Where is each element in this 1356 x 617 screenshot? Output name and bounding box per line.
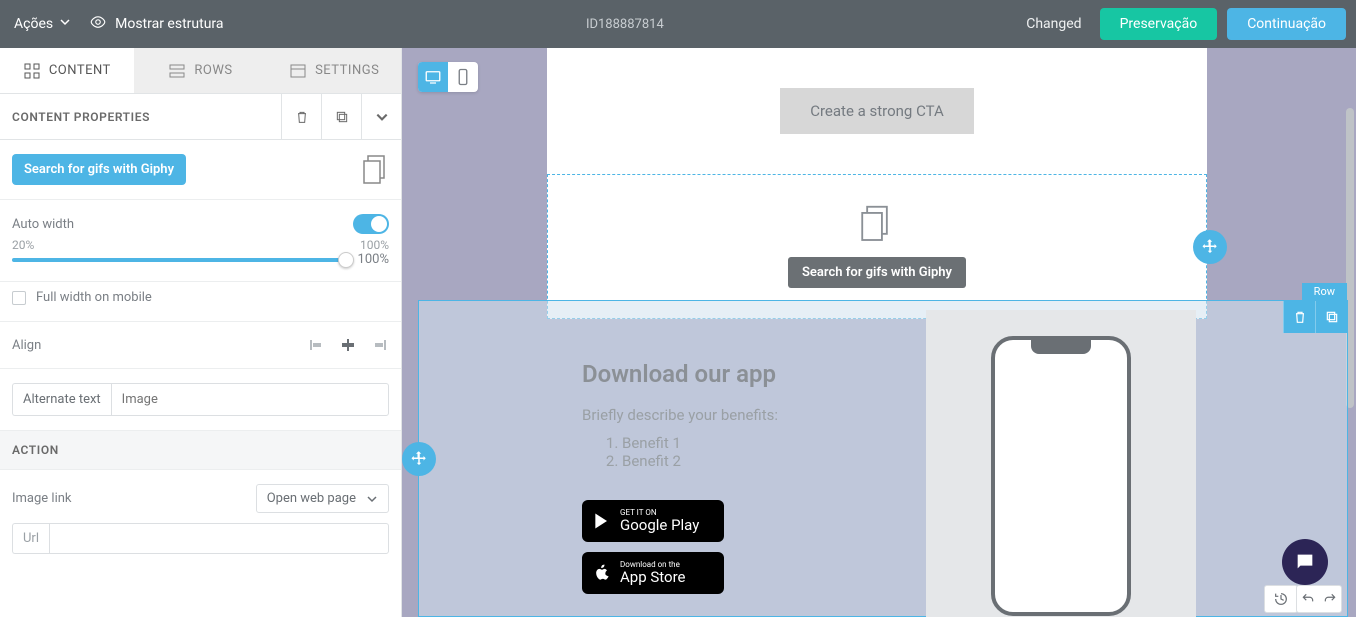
google-play-button[interactable]: GET IT ON Google Play (582, 500, 724, 542)
gp-big-text: Google Play (620, 517, 699, 534)
duplicate-button[interactable] (321, 94, 361, 140)
auto-width-toggle[interactable] (353, 214, 389, 234)
grid-icon (23, 62, 41, 80)
row-delete-button[interactable] (1283, 301, 1315, 333)
actions-label: Ações (14, 16, 53, 32)
phone-mockup (991, 336, 1131, 616)
width-slider[interactable] (12, 258, 346, 262)
link-type-select[interactable]: Open web page (256, 484, 389, 513)
canvas: Create a strong CTA Search for gifs with… (402, 48, 1356, 617)
align-label: Align (12, 338, 41, 353)
alt-text-input[interactable] (111, 383, 389, 416)
email-stage: Create a strong CTA Search for gifs with… (547, 48, 1207, 319)
slider-thumb[interactable] (338, 252, 354, 268)
app-store-button[interactable]: Download on the App Store (582, 552, 724, 594)
tab-rows-label: ROWS (194, 63, 232, 78)
chat-fab[interactable] (1282, 539, 1328, 585)
cta-button[interactable]: Create a strong CTA (780, 88, 974, 134)
sidebar: CONTENT ROWS SETTINGS CONTENT PROPERTIES (0, 48, 402, 617)
tab-content-label: CONTENT (49, 63, 111, 78)
preserve-button[interactable]: Preservação (1100, 8, 1218, 40)
app-download-section: Download our app Briefly describe your b… (562, 310, 1196, 617)
align-center-button[interactable] (337, 336, 359, 354)
full-width-mobile-label: Full width on mobile (36, 290, 152, 305)
slider-value: 100% (358, 252, 389, 267)
continue-button[interactable]: Continuação (1227, 8, 1346, 40)
link-type-value: Open web page (267, 491, 356, 506)
status-label: Changed (1026, 16, 1081, 32)
panel-title: CONTENT PROPERTIES (0, 110, 281, 124)
selected-content-block[interactable]: Search for gifs with Giphy (547, 174, 1207, 319)
as-big-text: App Store (620, 569, 685, 586)
giphy-search-button[interactable]: Search for gifs with Giphy (12, 154, 186, 185)
row-move-handle[interactable] (402, 442, 436, 476)
redo-button[interactable] (1319, 586, 1341, 612)
rows-icon (168, 62, 186, 80)
chevron-down-icon (59, 16, 71, 32)
settings-icon (289, 62, 307, 80)
mobile-view-button[interactable] (448, 62, 478, 92)
document-icon (363, 155, 389, 185)
url-input[interactable] (49, 523, 389, 554)
tab-settings[interactable]: SETTINGS (267, 48, 401, 93)
history-button[interactable] (1264, 585, 1298, 613)
show-structure-label: Mostrar estrutura (115, 16, 223, 32)
slider-min: 20% (12, 238, 34, 252)
eye-icon (89, 13, 107, 35)
align-right-button[interactable] (367, 336, 389, 354)
alt-text-label: Alternate text (12, 383, 111, 416)
tab-rows[interactable]: ROWS (134, 48, 268, 93)
app-description: Briefly describe your benefits: (582, 406, 896, 424)
document-icon (861, 205, 893, 243)
desktop-view-button[interactable] (418, 62, 448, 92)
collapse-button[interactable] (361, 94, 401, 140)
tab-settings-label: SETTINGS (315, 63, 379, 78)
undo-button[interactable] (1297, 586, 1319, 612)
app-title: Download our app (582, 360, 896, 388)
align-left-button[interactable] (307, 336, 329, 354)
tab-content[interactable]: CONTENT (0, 48, 134, 93)
giphy-search-canvas-button[interactable]: Search for gifs with Giphy (788, 257, 966, 288)
image-link-label: Image link (12, 491, 72, 506)
action-header: ACTION (0, 431, 401, 470)
slider-max: 100% (360, 238, 389, 252)
row-tag: Row (1302, 283, 1347, 300)
move-handle[interactable] (1193, 230, 1227, 264)
full-width-mobile-checkbox[interactable] (12, 291, 26, 305)
phone-mockup-column (926, 310, 1196, 617)
document-id: ID188887814 (224, 17, 1027, 32)
benefit-item: Benefit 1 (622, 434, 896, 452)
auto-width-label: Auto width (12, 217, 74, 232)
row-duplicate-button[interactable] (1315, 301, 1347, 333)
benefit-item: Benefit 2 (622, 452, 896, 470)
actions-menu[interactable]: Ações (14, 16, 71, 32)
phone-notch (1031, 340, 1091, 354)
url-prefix: Url (12, 523, 49, 554)
delete-button[interactable] (281, 94, 321, 140)
show-structure-toggle[interactable]: Mostrar estrutura (89, 13, 223, 35)
top-bar: Ações Mostrar estrutura ID188887814 Chan… (0, 0, 1356, 48)
